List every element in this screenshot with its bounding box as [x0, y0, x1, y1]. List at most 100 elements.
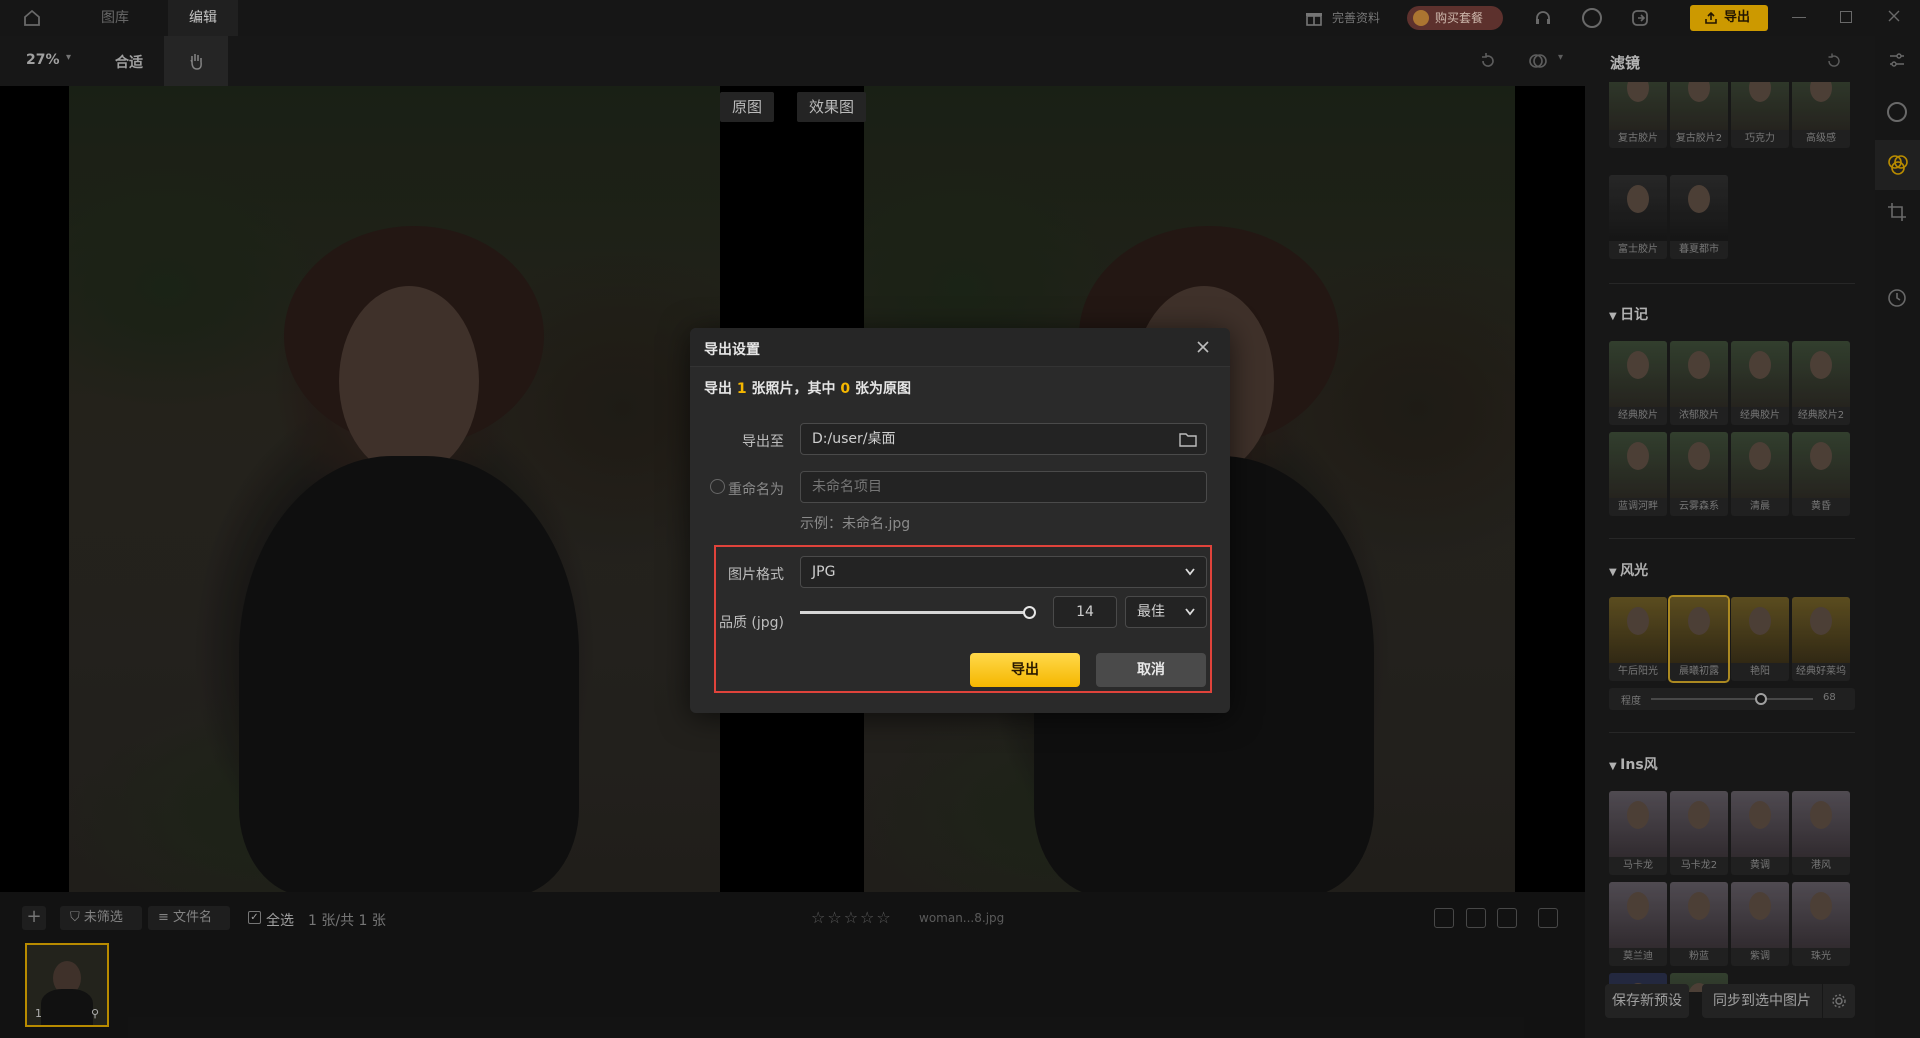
filter-caption: 复古胶片2 — [1675, 133, 1723, 144]
add-photo-button[interactable]: + — [22, 906, 46, 930]
layout-grid-icon[interactable] — [1497, 908, 1517, 928]
filter-thumb[interactable]: 浓郁胶片 — [1670, 341, 1728, 425]
filter-caption: 高级感 — [1806, 133, 1836, 144]
sort-button[interactable]: ≡ 文件名 — [148, 906, 230, 930]
rename-input[interactable] — [800, 471, 1207, 503]
rating-stars[interactable]: ☆☆☆☆☆ — [811, 908, 893, 927]
filter-icon — [1888, 155, 1908, 175]
intensity-slider[interactable]: 程度 68 — [1609, 688, 1855, 710]
divider — [1609, 538, 1855, 539]
filter-thumb[interactable]: 富士胶片 — [1609, 175, 1667, 259]
filter-thumb[interactable]: 蓝调河畔 — [1609, 432, 1667, 516]
filter-thumb[interactable]: 经典胶片2 — [1792, 341, 1850, 425]
select-all-checkbox[interactable]: ✓ — [248, 911, 261, 924]
sync-settings-button[interactable] — [1823, 984, 1855, 1018]
chevron-down-icon — [1185, 608, 1195, 616]
filter-button[interactable]: ⛉ 未筛选 — [60, 906, 142, 930]
filter-thumb[interactable]: 艳阳 — [1731, 597, 1789, 681]
filter-thumb[interactable]: 莫兰迪 — [1609, 882, 1667, 966]
export-dialog: 导出设置 导出 1 张照片，其中 0 张为原图 导出至 D:/user/桌面 重… — [690, 328, 1230, 713]
export-button[interactable]: 导出 — [970, 653, 1080, 687]
restore-icon[interactable] — [1840, 11, 1852, 23]
filter-thumb-selected[interactable]: 晨曦初露 — [1668, 595, 1730, 683]
home-icon[interactable] — [22, 8, 42, 28]
filmstrip-thumbnail[interactable]: 1 ⚲ — [25, 943, 109, 1027]
history-icon[interactable] — [1887, 288, 1907, 308]
logout-icon[interactable] — [1630, 8, 1650, 28]
filter-label: 未筛选 — [83, 910, 123, 925]
sync-button[interactable]: 同步到选中图片 — [1702, 984, 1822, 1018]
filter-thumb[interactable]: 黄昏 — [1792, 432, 1850, 516]
hand-tool-button[interactable] — [164, 36, 228, 86]
filter-caption: 珠光 — [1811, 951, 1831, 962]
filter-thumb[interactable]: 港风 — [1792, 791, 1850, 875]
summary-text: 张为原图 — [850, 381, 911, 397]
profile-link[interactable]: 完善资料 — [1332, 0, 1380, 36]
fit-button[interactable]: 合适 — [115, 52, 143, 72]
compare-chevron-icon[interactable]: ▾ — [1558, 52, 1563, 63]
section-diary[interactable]: ▼ 日记 — [1609, 304, 1648, 324]
compare-view-icon[interactable] — [1538, 908, 1558, 928]
filter-thumb[interactable]: 马卡龙2 — [1670, 791, 1728, 875]
close-window-icon[interactable] — [1884, 6, 1904, 26]
filter-thumb[interactable]: 巧克力 — [1731, 82, 1789, 148]
quality-preset-value: 最佳 — [1137, 604, 1165, 620]
user-icon[interactable] — [1582, 8, 1602, 28]
filter-thumb[interactable]: 暮夏都市 — [1670, 175, 1728, 259]
panel-reset-icon[interactable] — [1825, 52, 1843, 70]
compare-icon[interactable] — [1528, 51, 1548, 71]
portrait-icon[interactable] — [1887, 102, 1907, 122]
folder-icon[interactable] — [1179, 431, 1197, 447]
zoom-select[interactable]: 27% — [26, 52, 60, 68]
filter-thumb[interactable]: 经典胶片 — [1731, 341, 1789, 425]
filter-thumb[interactable]: 复古胶片 — [1609, 82, 1667, 148]
format-select[interactable]: JPG — [800, 556, 1207, 588]
chevron-down-icon[interactable]: ▾ — [66, 52, 71, 63]
section-landscape[interactable]: ▼ 风光 — [1609, 560, 1648, 580]
cancel-button[interactable]: 取消 — [1096, 653, 1206, 687]
filter-caption: 粉蓝 — [1689, 951, 1709, 962]
top-export-label: 导出 — [1724, 10, 1751, 25]
filter-thumb[interactable]: 经典胶片 — [1609, 341, 1667, 425]
file-name: woman...8.jpg — [919, 911, 1005, 925]
adjust-icon[interactable] — [1887, 50, 1907, 70]
tab-edit[interactable]: 编辑 — [168, 0, 238, 36]
edit-toolbar: 27% ▾ 合适 ▾ — [0, 36, 1585, 86]
filter-thumb[interactable]: 紫调 — [1731, 882, 1789, 966]
filter-thumb[interactable]: 经典好莱坞 — [1792, 597, 1850, 681]
filter-thumb[interactable]: 黄调 — [1731, 791, 1789, 875]
layout-single-icon[interactable] — [1434, 908, 1454, 928]
filter-caption: 复古胶片 — [1618, 133, 1658, 144]
section-ins[interactable]: ▼ Ins风 — [1609, 754, 1658, 774]
reset-icon[interactable] — [1478, 51, 1498, 71]
headset-icon[interactable] — [1533, 8, 1553, 28]
gift-icon[interactable] — [1304, 8, 1324, 28]
buy-plan-button[interactable]: 购买套餐 — [1407, 6, 1503, 30]
filter-thumb[interactable]: 复古胶片2 — [1670, 82, 1728, 148]
export-path-field[interactable]: D:/user/桌面 — [800, 423, 1207, 455]
format-label: 图片格式 — [728, 567, 784, 583]
filter-list[interactable]: 复古胶片 复古胶片2 巧克力 高级感 富士胶片 暮夏都市 ▼ 日记 经典胶片 浓… — [1609, 82, 1855, 992]
filter-thumb[interactable]: 云雾森系 — [1670, 432, 1728, 516]
filter-caption: 紫调 — [1750, 951, 1770, 962]
filter-thumb[interactable]: 午后阳光 — [1609, 597, 1667, 681]
quality-number-field[interactable]: 14 — [1053, 596, 1117, 628]
save-preset-button[interactable]: 保存新预设 — [1605, 984, 1689, 1018]
filter-tool-button[interactable] — [1875, 140, 1920, 190]
layout-split-icon[interactable] — [1466, 908, 1486, 928]
crop-icon[interactable] — [1887, 202, 1907, 222]
filter-thumb[interactable]: 清晨 — [1731, 432, 1789, 516]
filter-thumb[interactable]: 珠光 — [1792, 882, 1850, 966]
intensity-track — [1651, 693, 1813, 705]
minimize-icon[interactable] — [1792, 17, 1806, 18]
filter-thumb[interactable]: 马卡龙 — [1609, 791, 1667, 875]
tab-library[interactable]: 图库 — [80, 0, 150, 36]
quality-preset-select[interactable]: 最佳 — [1125, 596, 1207, 628]
intensity-knob[interactable] — [1755, 693, 1768, 705]
filter-thumb[interactable]: 高级感 — [1792, 82, 1850, 148]
dialog-close-icon[interactable] — [1194, 338, 1212, 356]
top-export-button[interactable]: 导出 — [1690, 5, 1768, 31]
filter-thumb[interactable]: 粉蓝 — [1670, 882, 1728, 966]
quality-slider-track[interactable] — [800, 606, 1036, 619]
quality-slider-knob[interactable] — [1023, 606, 1036, 619]
